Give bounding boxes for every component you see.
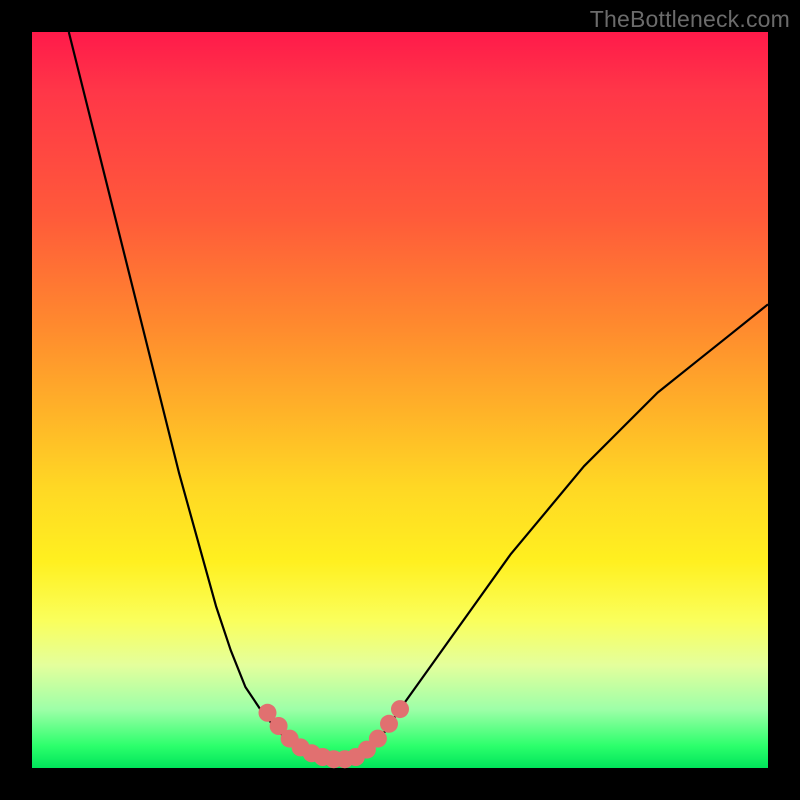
chart-frame: TheBottleneck.com (0, 0, 800, 800)
curve-marker (391, 700, 409, 718)
marker-layer (259, 700, 410, 768)
watermark-text: TheBottleneck.com (590, 6, 790, 33)
curve-layer (32, 32, 768, 768)
curve-marker (369, 730, 387, 748)
curve-marker (380, 715, 398, 733)
bottleneck-curve (69, 32, 768, 760)
plot-area (32, 32, 768, 768)
curve-path (69, 32, 768, 760)
